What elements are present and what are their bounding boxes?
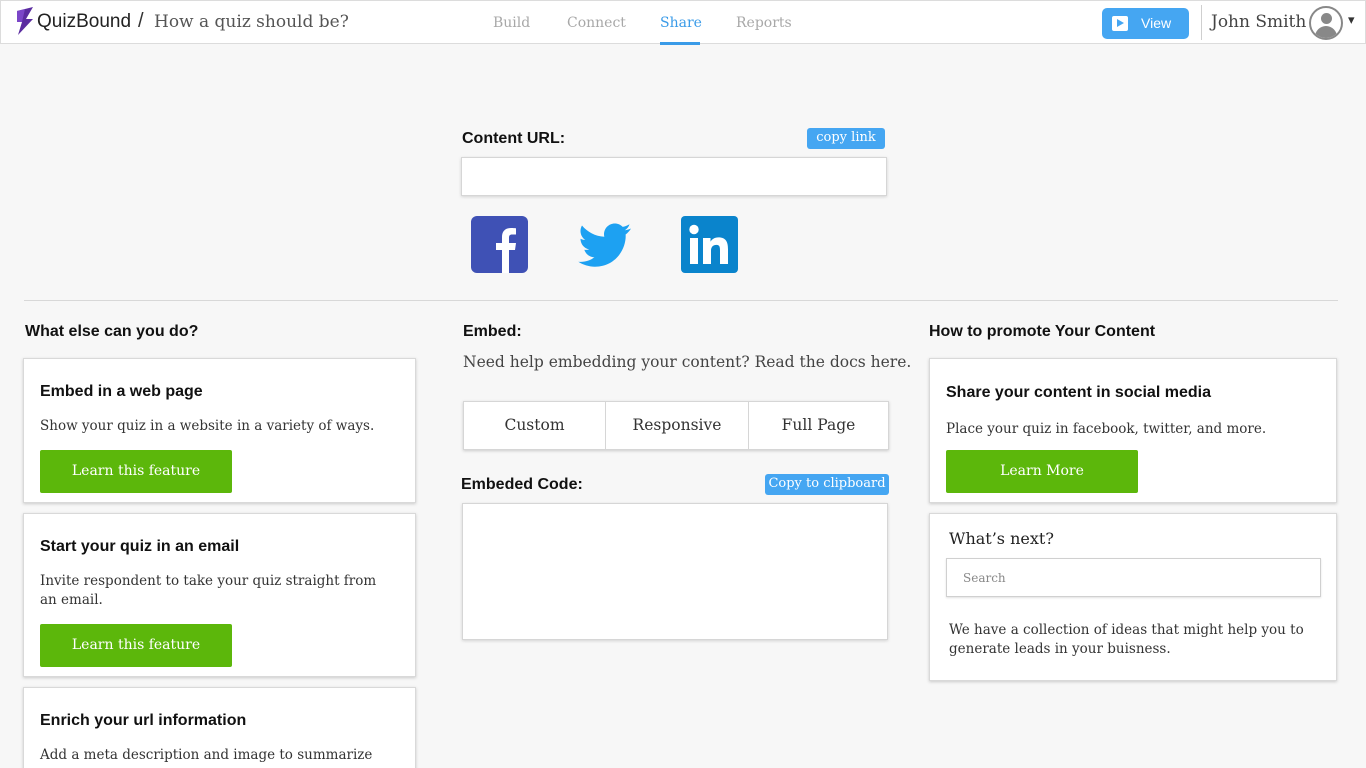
view-button-label: View [1141,15,1172,31]
content-url-label: Content URL: [462,130,566,147]
card-text: Place your quiz in facebook, twitter, an… [946,421,1267,437]
facebook-icon[interactable] [471,216,528,273]
email-quiz-card: Start your quiz in an email Invite respo… [23,513,416,677]
card-text: Show your quiz in a website in a variety… [40,418,375,434]
twitter-icon[interactable] [576,216,633,273]
embed-type-selector: Custom Responsive Full Page [463,401,889,450]
brand-name[interactable]: QuizBound [37,11,131,33]
tab-connect[interactable]: Connect [567,15,626,31]
embed-code-textarea[interactable] [462,503,888,640]
embed-code-label: Embeded Code: [461,476,583,493]
tab-share[interactable]: Share [660,15,702,31]
quiz-title[interactable]: How a quiz should be? [154,12,349,32]
chevron-down-icon[interactable]: ▾ [1348,13,1355,28]
top-bar: QuizBound / How a quiz should be? Build … [0,0,1366,45]
embed-option-responsive[interactable]: Responsive [606,402,749,449]
card-text: Invite respondent to take your quiz stra… [40,573,377,608]
brand-part-1: Quiz [37,11,77,32]
enrich-url-card: Enrich your url information Add a meta d… [23,687,416,768]
breadcrumb-separator: / [138,10,144,32]
right-column-heading: How to promote Your Content [929,323,1156,340]
header-divider [1201,5,1202,40]
card-title: Start your quiz in an email [40,538,240,555]
card-text: We have a collection of ideas that might… [949,622,1304,657]
embed-help-text[interactable]: Need help embedding your content? Read t… [463,353,911,371]
section-divider [24,300,1338,301]
tab-reports[interactable]: Reports [736,15,792,31]
play-icon [1112,16,1128,31]
learn-more-button[interactable]: Learn More [946,450,1138,493]
learn-feature-button[interactable]: Learn this feature [40,624,232,667]
tab-build[interactable]: Build [493,15,530,31]
avatar[interactable] [1309,6,1343,40]
card-title: Enrich your url information [40,712,247,729]
brand-part-2: Bound [76,11,132,32]
card-title: Share your content in social media [946,384,1211,401]
embed-heading: Embed: [463,323,522,340]
avatar-head [1321,13,1332,24]
embed-option-custom[interactable]: Custom [464,402,606,449]
copy-link-button[interactable]: copy link [807,128,885,149]
card-title: Embed in a web page [40,383,203,400]
share-social-card: Share your content in social media Place… [929,358,1337,503]
copy-to-clipboard-button[interactable]: Copy to clipboard [765,474,889,495]
view-button[interactable]: View [1102,8,1189,39]
whats-next-card: What’s next? We have a collection of ide… [929,513,1337,681]
card-title: What’s next? [949,529,1054,548]
content-url-field[interactable] [461,157,887,196]
left-column-heading: What else can you do? [25,323,199,340]
avatar-body [1315,26,1337,38]
active-tab-indicator [660,42,700,45]
embed-option-full-page[interactable]: Full Page [749,402,888,449]
card-text: Add a meta description and image to summ… [40,747,373,763]
embed-web-page-card: Embed in a web page Show your quiz in a … [23,358,416,503]
search-input[interactable] [946,558,1321,597]
linkedin-icon[interactable] [681,216,738,273]
quizbound-logo-icon[interactable] [15,7,35,35]
learn-feature-button[interactable]: Learn this feature [40,450,232,493]
user-name[interactable]: John Smith [1211,12,1306,32]
